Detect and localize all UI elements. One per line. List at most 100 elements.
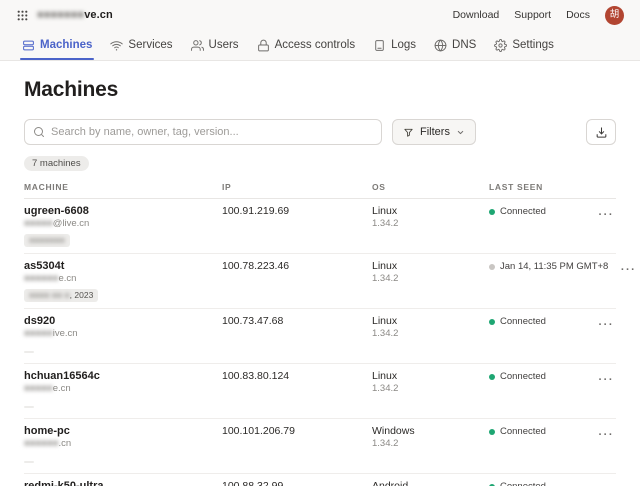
funnel-icon <box>403 127 414 138</box>
machine-name[interactable]: redmi-k50-ultra <box>24 480 222 486</box>
machine-ip[interactable]: 100.88.32.99 <box>222 480 372 486</box>
machine-os-cell: Windows 1.34.2 <box>372 425 489 450</box>
machine-name[interactable]: hchuan16564c <box>24 370 222 383</box>
controls-row: Filters <box>24 119 616 145</box>
machine-badge-suffix: , 2023 <box>70 290 94 300</box>
row-menu-button[interactable]: ··· <box>619 264 639 277</box>
last-seen-label: Jan 14, 11:35 PM GMT+8 <box>500 261 608 272</box>
machine-ip[interactable]: 100.83.80.124 <box>222 370 372 383</box>
tab-settings[interactable]: Settings <box>485 30 563 60</box>
column-header-os: OS <box>372 182 489 192</box>
machine-owner-suffix: .cn <box>58 438 71 449</box>
machine-badge <box>24 406 34 408</box>
top-link-support[interactable]: Support <box>514 9 551 21</box>
tailnet-name-suffix: ve.cn <box>84 9 113 21</box>
machine-owner-redacted: ■■■■■■ <box>24 438 58 449</box>
actions-cell: ··· <box>619 260 639 278</box>
status-dot <box>489 374 495 380</box>
tab-access-controls[interactable]: Access controls <box>248 30 365 60</box>
status-dot <box>489 319 495 325</box>
lock-icon <box>257 39 270 52</box>
last-seen-cell: Connected <box>489 481 586 486</box>
machine-name[interactable]: ugreen-6608 <box>24 205 222 218</box>
table-row: ugreen-6608 ■■■■■@live.cn ■■■■■■■ 100.91… <box>24 199 616 254</box>
machine-cell: redmi-k50-ultra ■■■■■ve.cn <box>24 480 222 486</box>
actions-cell: ··· <box>597 370 617 388</box>
machine-owner-redacted: ■■■■■■ <box>24 273 58 284</box>
export-machines-button[interactable] <box>586 119 616 145</box>
machine-name[interactable]: as5304t <box>24 260 222 273</box>
status-dot <box>489 209 495 215</box>
tab-users[interactable]: Users <box>182 30 248 60</box>
machine-os-cell: Linux 1.34.2 <box>372 315 489 340</box>
top-link-download[interactable]: Download <box>453 9 500 21</box>
machine-owner: ■■■■■■.cn <box>24 438 222 450</box>
row-menu-button[interactable]: ··· <box>597 374 617 387</box>
machine-badge <box>24 461 34 463</box>
machine-version: 1.34.2 <box>372 273 489 285</box>
row-menu-button[interactable]: ··· <box>597 319 617 332</box>
gear-icon <box>494 39 507 52</box>
nav-tabs: Machines Services Users Access controls Logs… <box>0 30 640 61</box>
table-body: ugreen-6608 ■■■■■@live.cn ■■■■■■■ 100.91… <box>24 199 616 486</box>
users-icon <box>191 39 204 52</box>
tab-label: Machines <box>40 39 92 51</box>
machine-os-cell: Linux 1.34.2 <box>372 260 489 285</box>
top-links: Download Support Docs 胡 <box>453 6 624 25</box>
filters-label: Filters <box>420 126 450 138</box>
grid-icon <box>16 9 29 22</box>
machine-owner: ■■■■■ive.cn <box>24 328 222 340</box>
tab-label: Users <box>209 39 239 51</box>
machine-os: Windows <box>372 425 489 438</box>
filters-button[interactable]: Filters <box>392 119 476 145</box>
tailnet-name: ■■■■■■■ve.cn <box>37 9 113 21</box>
last-seen-label: Connected <box>500 371 546 382</box>
actions-cell: ··· <box>597 425 617 443</box>
tab-label: Settings <box>512 39 554 51</box>
table-header: MACHINE IP OS LAST SEEN <box>24 182 616 199</box>
last-seen-label: Connected <box>500 206 546 217</box>
machine-owner: ■■■■■e.cn <box>24 383 222 395</box>
main-content: Machines Filters <box>0 78 640 486</box>
machine-cell: home-pc ■■■■■■.cn <box>24 425 222 468</box>
tab-machines[interactable]: Machines <box>13 30 101 60</box>
logs-icon <box>373 39 386 52</box>
table-row: ds920 ■■■■■ive.cn 100.73.47.68 Linux 1.3… <box>24 309 616 364</box>
tab-logs[interactable]: Logs <box>364 30 425 60</box>
page-title: Machines <box>24 78 616 102</box>
last-seen-cell: Connected <box>489 371 586 382</box>
tailnet-switcher[interactable]: ■■■■■■■ve.cn <box>16 9 113 22</box>
machine-ip[interactable]: 100.73.47.68 <box>222 315 372 328</box>
search-input[interactable] <box>51 126 373 138</box>
topbar: ■■■■■■■ve.cn Download Support Docs 胡 <box>0 0 640 30</box>
machine-ip[interactable]: 100.78.223.46 <box>222 260 372 273</box>
tab-services[interactable]: Services <box>101 30 181 60</box>
search-icon <box>33 126 45 138</box>
last-seen-cell: Connected <box>489 206 586 217</box>
machine-owner: ■■■■■■e.cn <box>24 273 222 285</box>
machine-owner-redacted: ■■■■■ <box>24 328 53 339</box>
machine-owner-suffix: e.cn <box>53 383 71 394</box>
tab-dns[interactable]: DNS <box>425 30 485 60</box>
row-menu-button[interactable]: ··· <box>597 429 617 442</box>
machine-badge-redacted: ■■■■ ■■ ■ <box>29 290 70 300</box>
row-menu-button[interactable]: ··· <box>597 209 617 222</box>
machine-ip[interactable]: 100.91.219.69 <box>222 205 372 218</box>
search-box <box>24 119 382 145</box>
top-link-docs[interactable]: Docs <box>566 9 590 21</box>
machine-ip[interactable]: 100.101.206.79 <box>222 425 372 438</box>
table-row: redmi-k50-ultra ■■■■■ve.cn 100.88.32.99 … <box>24 474 616 486</box>
machine-name[interactable]: home-pc <box>24 425 222 438</box>
machine-os: Android <box>372 480 489 486</box>
machine-count-badge: 7 machines <box>24 156 89 171</box>
chevron-down-icon <box>456 128 465 137</box>
tab-label: Logs <box>391 39 416 51</box>
status-dot <box>489 264 495 270</box>
last-seen-label: Connected <box>500 426 546 437</box>
download-icon <box>595 126 608 139</box>
table-row: hchuan16564c ■■■■■e.cn 100.83.80.124 Lin… <box>24 364 616 419</box>
machine-version: 1.34.2 <box>372 383 489 395</box>
user-avatar[interactable]: 胡 <box>605 6 624 25</box>
machine-name[interactable]: ds920 <box>24 315 222 328</box>
globe-icon <box>434 39 447 52</box>
